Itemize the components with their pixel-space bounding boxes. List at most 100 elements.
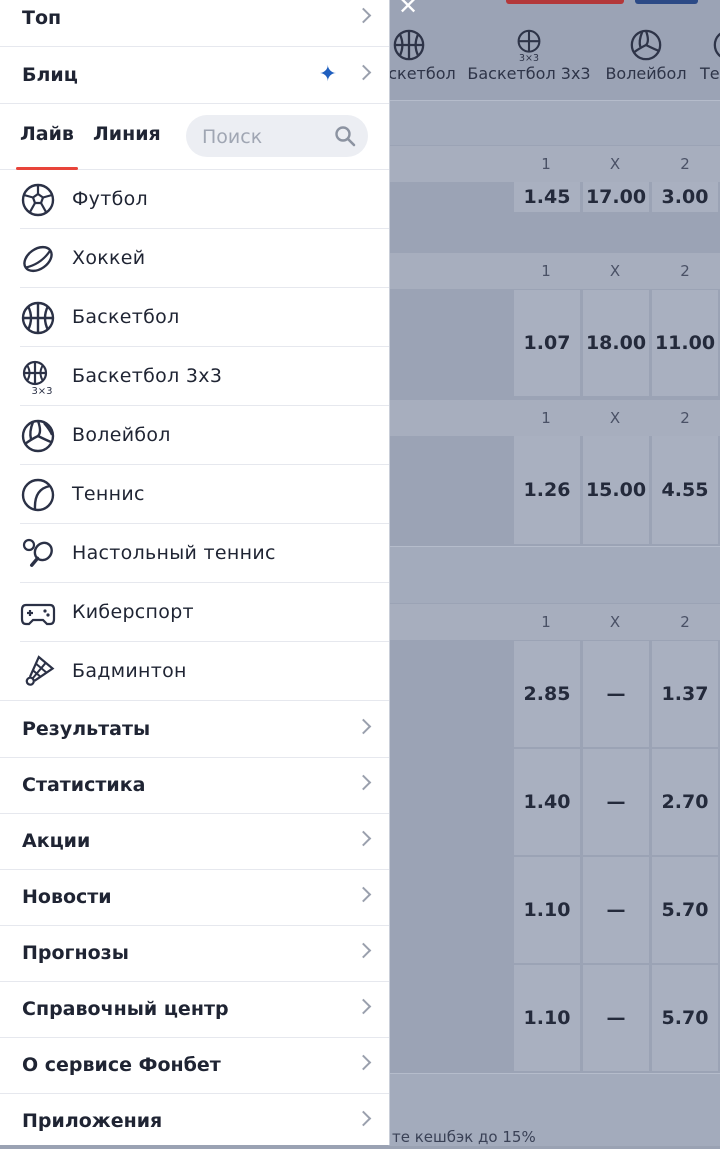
football-icon — [21, 183, 55, 217]
odds-cell[interactable]: 2.85 — [512, 641, 580, 747]
odds-cell[interactable]: — — [581, 857, 649, 963]
side-drawer: Топ Блиц ✦ Лайв Линия Футбол Хоккей Баск… — [0, 0, 389, 1145]
odds-cell[interactable]: 1.37 — [650, 641, 718, 747]
bg-odds-header: 1 X 2 — [388, 604, 720, 640]
menu-item-label: Прогнозы — [22, 942, 129, 964]
odds-row: 1.10 — 5.70 — [388, 857, 720, 963]
chevron-right-icon — [355, 1110, 372, 1127]
chevron-right-icon — [355, 1054, 372, 1071]
chevron-right-icon — [355, 718, 372, 735]
sport-item-tennis[interactable]: Теннис — [20, 465, 389, 524]
odds-cell[interactable]: 3.00 — [650, 182, 718, 212]
top-blue-button — [635, 0, 698, 4]
live-line-tabs: Лайв Линия — [0, 103, 389, 170]
menu-item-about[interactable]: О сервисе Фонбет — [0, 1037, 389, 1094]
chevron-right-icon — [355, 64, 372, 81]
menu-item-label: Топ — [22, 7, 62, 29]
bg-section-band — [388, 100, 720, 145]
sport-item-esports[interactable]: Киберспорт — [20, 583, 389, 642]
sport-label: Настольный теннис — [72, 542, 276, 564]
bg-odds-header: 1 X 2 — [388, 253, 720, 289]
menu-item-promotions[interactable]: Акции — [0, 813, 389, 870]
hockey-puck-icon — [23, 245, 53, 273]
odds-cell[interactable]: 5.70 — [650, 857, 718, 963]
menu-item-top[interactable]: Топ — [0, 0, 389, 47]
sport-item-volleyball[interactable]: Волейбол — [20, 406, 389, 465]
sparkle-icon: ✦ — [318, 62, 337, 87]
bg-tab-label: Те — [700, 64, 720, 83]
sport-label: Баскетбол — [72, 306, 180, 328]
menu-item-results[interactable]: Результаты — [0, 701, 389, 758]
menu-item-label: О сервисе Фонбет — [22, 1054, 221, 1076]
bg-tab-label: Баскетбол 3x3 — [467, 64, 591, 83]
sport-label: Футбол — [72, 188, 148, 210]
search-box[interactable] — [186, 115, 368, 159]
odds-row: 1.07 18.00 11.00 — [388, 290, 720, 396]
menu-item-statistics[interactable]: Статистика — [0, 757, 389, 814]
cashback-promo-text: те кешбэк до 15% — [392, 1128, 536, 1146]
search-icon[interactable] — [334, 125, 356, 147]
menu-item-news[interactable]: Новости — [0, 869, 389, 926]
sport-label: Волейбол — [72, 424, 171, 446]
odds-cell[interactable]: 5.70 — [650, 965, 718, 1071]
svg-text:3×3: 3×3 — [31, 386, 52, 395]
odds-cell[interactable]: 1.10 — [512, 965, 580, 1071]
odds-cell[interactable]: 1.40 — [512, 749, 580, 855]
sport-item-badminton[interactable]: Бадминтон — [20, 642, 389, 700]
tennis-icon — [21, 478, 55, 512]
odds-row: 1.10 — 5.70 — [388, 965, 720, 1071]
table-tennis-icon — [22, 538, 53, 567]
tab-live[interactable]: Лайв — [20, 123, 74, 145]
odds-cell[interactable]: — — [581, 749, 649, 855]
tab-line[interactable]: Линия — [93, 123, 161, 145]
bg-section-band — [388, 546, 720, 603]
sport-item-football[interactable]: Футбол — [20, 170, 389, 229]
odds-cell[interactable]: 15.00 — [581, 436, 649, 544]
odds-row: 1.45 17.00 3.00 — [388, 182, 720, 252]
odds-row: 2.85 — 1.37 — [388, 641, 720, 747]
odds-row: 1.40 — 2.70 — [388, 749, 720, 855]
chevron-right-icon — [355, 7, 372, 24]
bg-tab-tennis[interactable]: Те — [700, 28, 720, 83]
menu-item-label: Справочный центр — [22, 998, 229, 1020]
menu-item-help-center[interactable]: Справочный центр — [0, 981, 389, 1038]
menu-item-label: Приложения — [22, 1110, 163, 1132]
close-icon[interactable]: ✕ — [398, 0, 418, 20]
bg-odds-header: 1 X 2 — [388, 146, 720, 182]
chevron-right-icon — [355, 942, 372, 959]
sport-label: Баскетбол 3x3 — [72, 365, 223, 387]
odds-cell[interactable]: 1.07 — [512, 290, 580, 396]
search-input[interactable] — [200, 115, 334, 159]
odds-cell[interactable]: — — [581, 641, 649, 747]
odds-cell[interactable]: 18.00 — [581, 290, 649, 396]
volleyball-icon — [21, 419, 55, 453]
menu-item-forecasts[interactable]: Прогнозы — [0, 925, 389, 982]
menu-item-apps[interactable]: Приложения — [0, 1093, 389, 1149]
sport-item-basketball-3x3[interactable]: 3×3 Баскетбол 3x3 — [20, 347, 389, 406]
chevron-right-icon — [355, 830, 372, 847]
bg-tab-basketball[interactable]: скетбол — [384, 28, 460, 83]
tennis-icon — [713, 32, 720, 58]
sport-label: Теннис — [72, 483, 145, 505]
odds-cell[interactable]: — — [581, 965, 649, 1071]
volleyball-icon — [630, 29, 662, 61]
odds-cell[interactable]: 1.45 — [512, 182, 580, 212]
menu-item-blitz[interactable]: Блиц ✦ — [0, 47, 389, 104]
menu-item-label: Статистика — [22, 774, 146, 796]
basketball-3x3-icon: 3×3 — [517, 29, 541, 62]
odds-cell[interactable]: 1.26 — [512, 436, 580, 544]
bg-tab-basketball-3x3[interactable]: 3×3 Баскетбол 3x3 — [462, 28, 596, 83]
odds-cell[interactable]: 11.00 — [650, 290, 718, 396]
svg-text:3×3: 3×3 — [519, 53, 539, 62]
odds-cell[interactable]: 1.10 — [512, 857, 580, 963]
bg-tab-volleyball[interactable]: Волейбол — [600, 28, 692, 83]
sport-label: Хоккей — [72, 247, 146, 269]
sport-item-hockey[interactable]: Хоккей — [20, 229, 389, 288]
menu-item-label: Блиц — [22, 64, 78, 86]
menu-item-label: Новости — [22, 886, 112, 908]
sport-item-basketball[interactable]: Баскетбол — [20, 288, 389, 347]
sport-item-table-tennis[interactable]: Настольный теннис — [20, 524, 389, 583]
odds-cell[interactable]: 17.00 — [581, 182, 649, 212]
odds-cell[interactable]: 4.55 — [650, 436, 718, 544]
odds-cell[interactable]: 2.70 — [650, 749, 718, 855]
